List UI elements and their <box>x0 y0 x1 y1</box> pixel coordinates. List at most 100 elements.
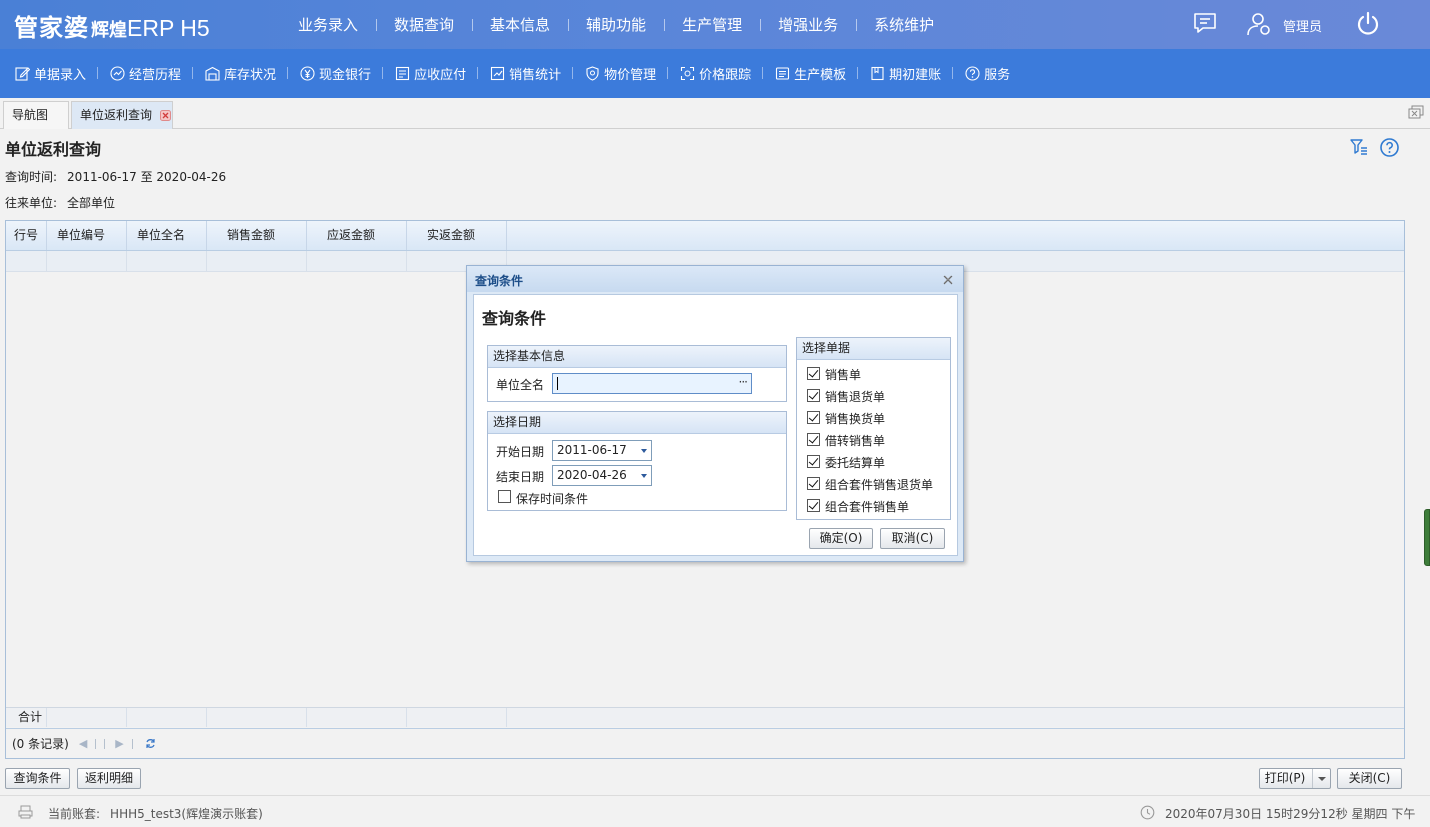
close-icon[interactable] <box>943 275 953 285</box>
total-label: 合计 <box>6 708 47 727</box>
doc-type-checkbox[interactable] <box>807 499 820 512</box>
end-date-value: 2020-04-26 <box>557 468 627 482</box>
logo-sub: 辉煌 <box>91 20 127 41</box>
record-count: (0 条记录) <box>12 737 69 751</box>
doc-type-checkbox[interactable] <box>807 455 820 468</box>
nav-item-production[interactable]: 生产管理 <box>664 14 760 35</box>
toolbar-item-receivables[interactable]: 应收应付 <box>395 64 479 83</box>
toolbar-item-production-template[interactable]: 生产模板 <box>775 64 859 83</box>
col-due-rebate[interactable]: 应返金额 <box>307 221 407 250</box>
close-button[interactable]: 关闭(C) <box>1337 768 1402 789</box>
doc-type-checkbox[interactable] <box>807 367 820 380</box>
doc-type-label[interactable]: 销售单 <box>825 366 861 383</box>
current-account: 当前账套: HHH5_test3(辉煌演示账套) <box>48 805 263 822</box>
account-value: HHH5_test3(辉煌演示账套) <box>110 807 263 821</box>
table-cell <box>307 708 407 727</box>
doc-type-checkbox[interactable] <box>807 389 820 402</box>
question-icon[interactable] <box>1380 138 1399 157</box>
unit-line: 往来单位: 全部单位 <box>5 194 115 211</box>
section-header: 选择日期 <box>488 412 786 434</box>
col-row-no[interactable]: 行号 <box>6 221 47 250</box>
prev-page-icon[interactable]: ◀ <box>79 737 87 750</box>
nav-item-system[interactable]: 系统维护 <box>856 14 952 35</box>
col-actual-rebate[interactable]: 实返金额 <box>407 221 507 250</box>
nav-item-enhanced[interactable]: 增强业务 <box>760 14 856 35</box>
unit-value: 全部单位 <box>67 196 116 210</box>
pager-divider <box>95 738 97 749</box>
doc-type-label[interactable]: 销售换货单 <box>825 410 885 427</box>
logo-suffix: ERP H5 <box>127 15 210 41</box>
toolbar-item-label: 期初建账 <box>889 68 942 83</box>
refresh-icon[interactable] <box>145 738 156 749</box>
grid-header: 行号 单位编号 单位全名 销售金额 应返金额 实返金额 <box>6 221 1404 251</box>
col-unit-code[interactable]: 单位编号 <box>47 221 127 250</box>
power-icon[interactable] <box>1355 11 1381 37</box>
toolbar-item-label: 服务 <box>984 68 1011 83</box>
dialog-titlebar[interactable]: 查询条件 <box>467 266 963 292</box>
toolbar-item-label: 销售统计 <box>509 68 562 83</box>
table-cell <box>407 708 507 727</box>
nav-item-business-entry[interactable]: 业务录入 <box>280 14 376 35</box>
col-unit-fullname[interactable]: 单位全名 <box>127 221 207 250</box>
toolbar-item-label: 经营历程 <box>129 68 182 83</box>
next-page-icon[interactable]: ▶ <box>115 737 123 750</box>
top-header: 管家婆 辉煌 ERP H5 业务录入 数据查询 基本信息 辅助功能 生产管理 增… <box>0 0 1430 49</box>
rebate-detail-button[interactable]: 返利明细 <box>77 768 141 789</box>
col-sales-amount[interactable]: 销售金额 <box>207 221 307 250</box>
user-icon[interactable] <box>1246 11 1272 37</box>
price-shield-icon <box>586 66 599 81</box>
unit-fullname-input[interactable]: ··· <box>552 373 752 394</box>
toolbar-item-service[interactable]: 服务 <box>965 64 1022 83</box>
ellipsis-picker-button[interactable]: ··· <box>739 375 749 389</box>
toolbar-item-business-history[interactable]: 经营历程 <box>110 64 194 83</box>
toolbar-item-price-tracking[interactable]: 价格跟踪 <box>680 64 764 83</box>
toolbar-item-sales-stats[interactable]: 销售统计 <box>490 64 574 83</box>
doc-type-label[interactable]: 销售退货单 <box>825 388 885 405</box>
side-drawer-handle[interactable] <box>1424 509 1430 566</box>
toolbar-item-opening-accounts[interactable]: 期初建账 <box>870 64 954 83</box>
filter-icon[interactable] <box>1350 138 1368 156</box>
tab-unit-rebate-query[interactable]: 单位返利查询 <box>71 101 173 129</box>
user-name[interactable]: 管理员 <box>1283 16 1322 35</box>
end-date-label: 结束日期 <box>496 470 545 484</box>
table-cell <box>47 708 127 727</box>
start-date-picker[interactable]: 2011-06-17 <box>552 440 652 461</box>
doc-type-label[interactable]: 委托结算单 <box>825 454 885 471</box>
edit-icon <box>15 67 30 81</box>
chevron-down-icon[interactable] <box>1312 769 1330 788</box>
toolbar-item-label: 价格跟踪 <box>699 68 752 83</box>
ok-button[interactable]: 确定(O) <box>809 528 873 549</box>
logo-main: 管家婆 <box>14 13 89 42</box>
toolbar-item-price-mgmt[interactable]: 物价管理 <box>585 64 669 83</box>
toolbar-item-label: 现金银行 <box>319 68 372 83</box>
doc-type-checkbox[interactable] <box>807 411 820 424</box>
doc-type-label[interactable]: 组合套件销售退货单 <box>825 476 933 493</box>
restore-window-icon[interactable] <box>1408 105 1424 119</box>
nav-item-basic-info[interactable]: 基本信息 <box>472 14 568 35</box>
chevron-down-icon[interactable] <box>641 474 647 478</box>
cancel-button[interactable]: 取消(C) <box>880 528 945 549</box>
toolbar-item-cash-bank[interactable]: 现金银行 <box>300 64 384 83</box>
close-icon[interactable] <box>159 110 171 121</box>
start-date-label: 开始日期 <box>496 445 545 459</box>
doc-type-checkbox[interactable] <box>807 433 820 446</box>
tab-nav-map[interactable]: 导航图 <box>3 101 69 129</box>
save-time-checkbox[interactable] <box>498 490 511 503</box>
nav-item-data-query[interactable]: 数据查询 <box>376 14 472 35</box>
query-conditions-button[interactable]: 查询条件 <box>5 768 70 789</box>
print-button[interactable]: 打印(P) <box>1259 768 1331 789</box>
toolbar-item-inventory[interactable]: 库存状况 <box>205 64 289 83</box>
doc-type-label[interactable]: 借转销售单 <box>825 432 885 449</box>
toolbar-item-doc-entry[interactable]: 单据录入 <box>15 64 99 83</box>
pager-divider <box>104 738 106 749</box>
table-cell <box>207 251 307 271</box>
chevron-down-icon[interactable] <box>641 449 647 453</box>
nav-item-aux-functions[interactable]: 辅助功能 <box>568 14 664 35</box>
doc-type-checkbox[interactable] <box>807 477 820 490</box>
pager-divider <box>131 738 133 749</box>
doc-type-label[interactable]: 组合套件销售单 <box>825 498 909 515</box>
table-cell <box>6 251 47 271</box>
save-time-label[interactable]: 保存时间条件 <box>516 490 588 507</box>
end-date-picker[interactable]: 2020-04-26 <box>552 465 652 486</box>
message-icon[interactable] <box>1193 12 1217 34</box>
